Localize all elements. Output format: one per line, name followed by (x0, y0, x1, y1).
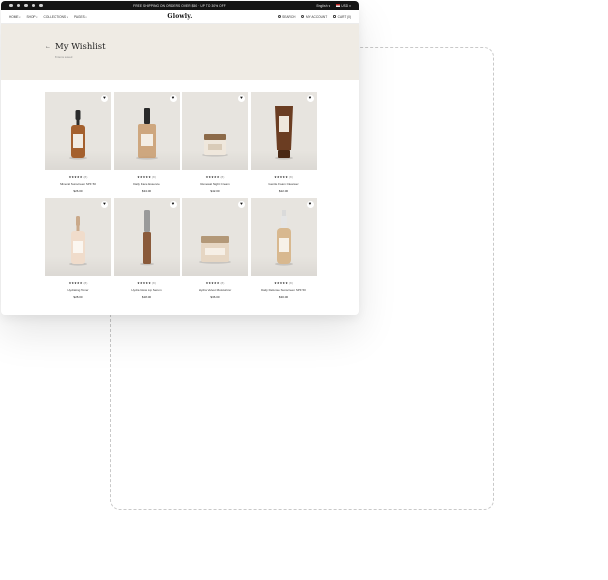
item-count: 8 items saved (55, 55, 73, 59)
product-image[interactable]: ♥ (182, 198, 248, 276)
product-name[interactable]: Renewal Night Cream (182, 182, 248, 186)
product-illustration (69, 110, 87, 160)
review-count: (8) (288, 175, 293, 179)
product-name[interactable]: Daily Face Essence (114, 182, 180, 186)
nav-pages[interactable]: PAGES (74, 15, 87, 19)
product-name[interactable]: Hydra Velvet Moisturizer (182, 288, 248, 292)
review-count: (8) (219, 281, 225, 285)
product-price: $34.00 (141, 189, 152, 193)
product-illustration (69, 216, 87, 266)
facebook-icon[interactable] (9, 3, 13, 8)
product-card[interactable]: ♥ ★★★★★ (8) Hydrating Toner $28.00 (45, 198, 111, 299)
social-links (9, 3, 43, 8)
product-card[interactable]: ♥ ★★★★★ (8) Daily Face Essence $34.00 (113, 92, 180, 193)
twitter-icon[interactable] (24, 3, 28, 8)
wishlist-heart-icon[interactable]: ♥ (306, 95, 314, 102)
rating-stars: ★★★★★ (8) (68, 281, 88, 285)
product-name[interactable]: Mineral Sunscreen SPF 50 (45, 182, 111, 186)
nav-collections[interactable]: COLLECTIONS (44, 15, 68, 19)
currency-select[interactable]: USD ▾ (336, 4, 351, 8)
product-illustration (202, 134, 228, 157)
product-name[interactable]: Gentle Foam Cleanser (251, 182, 317, 186)
page-title: My Wishlist (55, 42, 106, 52)
wishlist-heart-icon[interactable]: ♥ (101, 95, 108, 102)
flag-icon (336, 4, 341, 8)
promo-text: FREE SHIPPING ON ORDERS OVER $50 · UP TO… (133, 3, 226, 8)
wishlist-heart-icon[interactable]: ♥ (238, 201, 245, 208)
product-card[interactable]: ♥ ★★★★★ (8) Gentle Foam Cleanser $22.00 (250, 92, 317, 193)
site-header: HOME SHOP COLLECTIONS PAGES Glowly. SEAR… (1, 10, 359, 24)
product-card[interactable]: ♥ ★★★★★ (8) Hydra Glow Lip Serum $18.00 (113, 198, 180, 299)
product-image[interactable]: ♥ (250, 198, 317, 276)
product-illustration (274, 210, 293, 266)
search-icon (277, 15, 281, 18)
product-card[interactable]: ♥ ★★★★★ (8) Mineral Sunscreen SPF 50 $26.00 (45, 92, 111, 193)
nav-shop[interactable]: SHOP (27, 15, 38, 19)
product-illustration (199, 236, 231, 264)
announcement-bar: FREE SHIPPING ON ORDERS OVER $50 · UP TO… (1, 1, 359, 10)
product-illustration (135, 108, 158, 160)
wishlist-grid: ♥ ★★★★★ (8) Mineral Sunscreen SPF 50 $26.00… (45, 92, 317, 299)
pinterest-icon[interactable] (31, 3, 35, 8)
product-image[interactable]: ♥ (45, 92, 111, 170)
product-illustration (139, 210, 154, 266)
product-price: $42.00 (210, 189, 220, 193)
product-card[interactable]: ♥ ★★★★★ (8) Daily Defense Sunscreen SPF 50… (250, 198, 317, 299)
wishlist-heart-icon[interactable]: ♥ (101, 201, 108, 208)
rating-stars: ★★★★★ (8) (137, 281, 156, 285)
language-select[interactable]: English ▾ (316, 4, 330, 8)
rating-stars: ★★★★★ (8) (274, 175, 293, 179)
product-price: $30.00 (278, 295, 289, 299)
cart-icon (333, 15, 337, 18)
product-illustration (274, 106, 293, 160)
product-name[interactable]: Daily Defense Sunscreen SPF 50 (251, 288, 317, 292)
product-image[interactable]: ♥ (45, 198, 111, 276)
product-card[interactable]: ♥ ★★★★★ (8) Hydra Velvet Moisturizer $36.00 (182, 198, 248, 299)
rating-stars: ★★★★★ (8) (205, 175, 225, 179)
search-button[interactable]: SEARCH (277, 15, 295, 19)
review-count: (8) (219, 175, 225, 179)
account-button[interactable]: MY ACCOUNT (301, 15, 327, 19)
product-price: $18.00 (141, 295, 152, 299)
wishlist-heart-icon[interactable]: ♥ (169, 201, 177, 208)
product-image[interactable]: ♥ (250, 92, 317, 170)
product-price: $22.00 (278, 189, 289, 193)
review-count: (8) (82, 281, 88, 285)
wishlist-heart-icon[interactable]: ♥ (306, 201, 314, 208)
review-count: (8) (288, 281, 293, 285)
youtube-icon[interactable] (39, 3, 43, 8)
product-card[interactable]: ♥ ★★★★★ (8) Renewal Night Cream $42.00 (182, 92, 248, 193)
page-hero: ← My Wishlist 8 items saved (1, 24, 359, 80)
instagram-icon[interactable] (16, 3, 20, 8)
wishlist-heart-icon[interactable]: ♥ (238, 95, 245, 102)
review-count: (8) (151, 175, 156, 179)
rating-stars: ★★★★★ (8) (68, 175, 88, 179)
review-count: (8) (82, 175, 88, 179)
nav-home[interactable]: HOME (9, 15, 21, 19)
back-arrow-icon[interactable]: ← (45, 44, 51, 50)
rating-stars: ★★★★★ (8) (274, 281, 293, 285)
product-image[interactable]: ♥ (113, 198, 180, 276)
product-price: $36.00 (210, 295, 220, 299)
site-logo[interactable]: Glowly. (167, 13, 192, 20)
product-name[interactable]: Hydrating Toner (45, 288, 111, 292)
product-price: $26.00 (73, 189, 83, 193)
product-price: $28.00 (73, 295, 83, 299)
product-image[interactable]: ♥ (182, 92, 248, 170)
wishlist-heart-icon[interactable]: ♥ (169, 95, 177, 102)
account-icon (301, 15, 305, 18)
review-count: (8) (151, 281, 156, 285)
rating-stars: ★★★★★ (8) (205, 281, 225, 285)
rating-stars: ★★★★★ (8) (137, 175, 156, 179)
product-name[interactable]: Hydra Glow Lip Serum (114, 288, 180, 292)
browser-window: FREE SHIPPING ON ORDERS OVER $50 · UP TO… (1, 1, 359, 315)
product-image[interactable]: ♥ (113, 92, 180, 170)
cart-button[interactable]: CART (0) (333, 15, 351, 19)
header-utilities: SEARCH MY ACCOUNT CART (0) (277, 15, 351, 19)
main-nav: HOME SHOP COLLECTIONS PAGES (9, 15, 87, 19)
